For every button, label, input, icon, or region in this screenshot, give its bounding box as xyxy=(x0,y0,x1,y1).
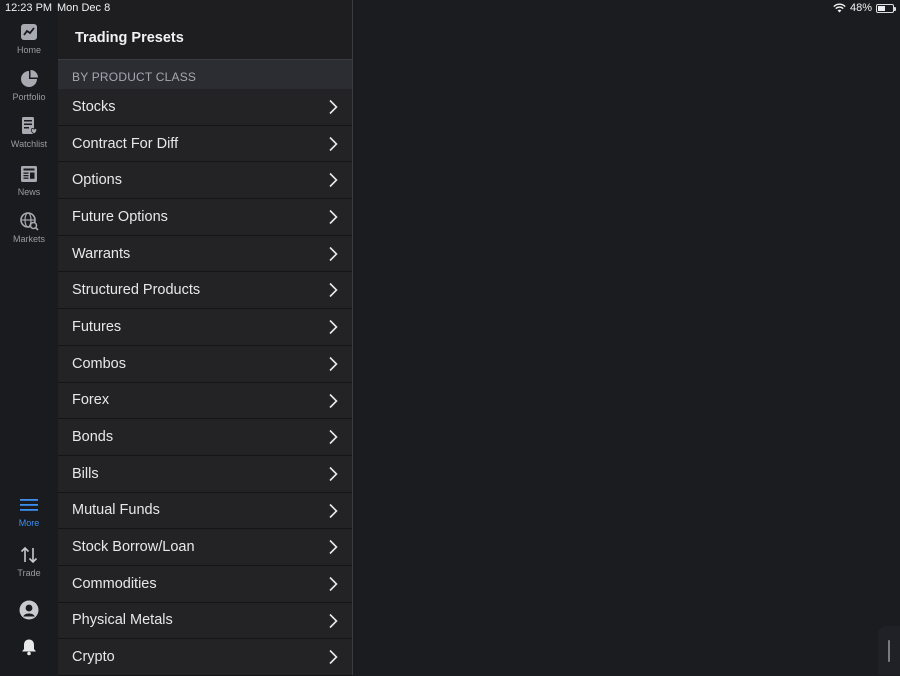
list-item[interactable]: Futures xyxy=(58,309,352,346)
list-item-label: Commodities xyxy=(72,575,157,592)
menu-icon xyxy=(20,499,38,511)
list-item[interactable]: Stocks xyxy=(58,89,352,126)
chevron-right-icon xyxy=(329,320,338,335)
list-item[interactable]: Options xyxy=(58,162,352,200)
list-item[interactable]: Bills xyxy=(58,455,352,493)
list-item-label: Options xyxy=(72,172,122,189)
list-item-label: Stock Borrow/Loan xyxy=(72,539,195,556)
list-item-label: Combos xyxy=(72,355,126,372)
globe-search-icon xyxy=(20,212,39,231)
chevron-right-icon xyxy=(329,576,338,592)
nav-watchlist[interactable]: Watchlist xyxy=(0,116,58,149)
chevron-right-icon xyxy=(329,356,338,371)
list-item-label: Structured Products xyxy=(72,282,201,299)
bell-icon xyxy=(22,639,36,656)
chevron-right-icon xyxy=(329,209,338,225)
nav-markets-label: Markets xyxy=(12,234,45,244)
nav-news-label: News xyxy=(17,187,41,197)
nav-trade[interactable]: Trade xyxy=(0,545,58,578)
home-chart-icon xyxy=(21,24,37,40)
chevron-right-icon xyxy=(329,173,338,188)
nav-more[interactable]: More xyxy=(0,495,58,528)
battery-percent: 48% xyxy=(849,2,872,14)
nav-portfolio[interactable]: Portfolio xyxy=(0,69,58,102)
nav-markets[interactable]: Markets xyxy=(0,211,58,244)
trading-presets-panel: Trading Presets BY PRODUCT CLASS Stocks C… xyxy=(58,0,352,676)
list-item[interactable]: Contract For Diff xyxy=(58,125,352,163)
nav-notifications[interactable] xyxy=(0,637,58,660)
drawer-handle[interactable] xyxy=(878,626,900,675)
list-item-label: Stocks xyxy=(72,98,116,115)
wifi-icon xyxy=(833,3,846,13)
nav-rail: Home Portfolio Watchlist News Markets Mo… xyxy=(0,0,58,675)
chevron-right-icon xyxy=(329,246,338,261)
list-item[interactable]: Bonds xyxy=(58,419,352,456)
nav-home-label: Home xyxy=(16,45,41,55)
status-bar: 12:23 PM Mon Dec 8 48% xyxy=(0,0,900,16)
product-class-list: Stocks Contract For Diff Options Future Opt… xyxy=(58,89,352,676)
nav-account[interactable] xyxy=(0,600,58,623)
nav-news[interactable]: News xyxy=(0,164,58,197)
list-item[interactable]: Forex xyxy=(58,382,352,420)
chevron-right-icon xyxy=(329,540,338,555)
watchlist-icon xyxy=(22,117,38,135)
battery-icon xyxy=(876,3,896,13)
chevron-right-icon xyxy=(329,393,338,408)
status-date: Mon Dec 8 xyxy=(57,2,111,14)
list-item[interactable]: Physical Metals xyxy=(58,602,352,640)
list-item[interactable]: Future Options xyxy=(58,199,352,236)
chevron-right-icon xyxy=(329,613,338,628)
list-item-label: Bills xyxy=(72,465,99,482)
list-item-label: Crypto xyxy=(72,649,115,666)
chevron-right-icon xyxy=(329,99,338,115)
list-item[interactable]: Warrants xyxy=(58,235,352,273)
list-item-label: Future Options xyxy=(72,208,168,225)
list-item[interactable]: Stock Borrow/Loan xyxy=(58,529,352,566)
list-item-label: Physical Metals xyxy=(72,612,173,629)
chevron-right-icon xyxy=(329,650,338,665)
list-item[interactable]: Crypto xyxy=(58,639,352,676)
user-avatar-icon xyxy=(19,600,39,620)
list-item-label: Forex xyxy=(72,392,110,409)
list-item[interactable]: Combos xyxy=(58,345,352,383)
nav-home[interactable]: Home xyxy=(0,22,58,55)
chevron-right-icon xyxy=(329,430,338,445)
status-right: 48% xyxy=(833,2,896,14)
list-item-label: Warrants xyxy=(72,245,131,262)
newspaper-icon xyxy=(21,166,37,182)
pie-chart-icon xyxy=(21,70,38,87)
list-item-label: Contract For Diff xyxy=(72,135,179,152)
list-item-label: Futures xyxy=(72,318,122,335)
nav-trade-label: Trade xyxy=(17,568,41,578)
list-item[interactable]: Structured Products xyxy=(58,272,352,310)
chevron-right-icon xyxy=(329,283,338,298)
chevron-right-icon xyxy=(329,466,338,481)
chevron-right-icon xyxy=(329,503,338,518)
nav-more-label: More xyxy=(18,518,40,528)
section-header: BY PRODUCT CLASS xyxy=(58,59,352,89)
trade-arrows-icon xyxy=(20,546,38,564)
list-item[interactable]: Commodities xyxy=(58,565,352,603)
status-time: 12:23 PM xyxy=(5,2,53,14)
detail-pane xyxy=(353,0,900,675)
nav-portfolio-label: Portfolio xyxy=(12,92,46,102)
handle-grip xyxy=(888,640,890,662)
list-item[interactable]: Mutual Funds xyxy=(58,492,352,530)
list-item-label: Bonds xyxy=(72,429,114,446)
list-item-label: Mutual Funds xyxy=(72,502,160,519)
chevron-right-icon xyxy=(329,136,338,151)
nav-watchlist-label: Watchlist xyxy=(10,139,48,149)
page-title: Trading Presets xyxy=(75,30,184,46)
